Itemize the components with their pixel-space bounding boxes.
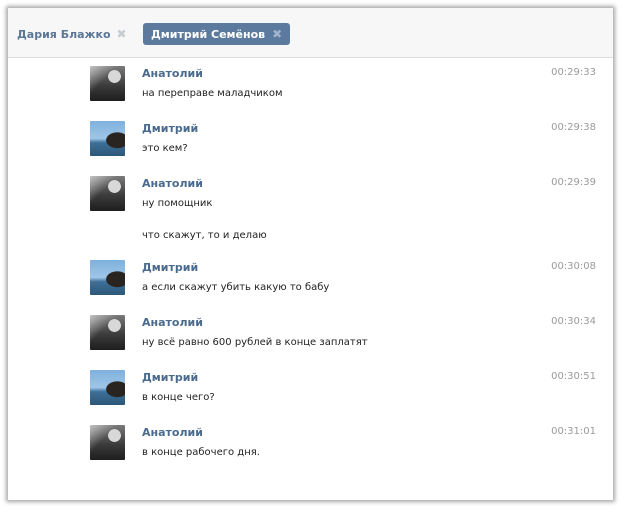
sender-name[interactable]: Дмитрий [142,122,198,135]
avatar[interactable] [90,315,125,350]
message-time: 00:29:39 [551,177,596,188]
close-icon[interactable]: ✖ [272,27,282,41]
chat-window: Дария Блажко ✖ Дмитрий Семёнов ✖ Анатоли… [8,8,613,500]
message-text: в конце рабочего дня. [142,447,260,458]
message-text: на переправе маладчиком [142,88,283,99]
avatar[interactable] [90,176,125,211]
avatar[interactable] [90,66,125,101]
tab-label: Дария Блажко [17,27,111,41]
tab-dmitry-semenov[interactable]: Дмитрий Семёнов ✖ [143,23,291,45]
message-text: что скажут, то и делаю [142,230,267,241]
sender-name[interactable]: Дмитрий [142,371,198,384]
avatar[interactable] [90,425,125,460]
message-time: 00:29:33 [551,67,596,78]
sender-name[interactable]: Анатолий [142,316,203,329]
message-time: 00:30:51 [551,371,596,382]
message-time: 00:30:34 [551,316,596,327]
tab-dariya-blazhko[interactable]: Дария Блажко ✖ [17,23,127,45]
avatar[interactable] [90,370,125,405]
dialog-tabs: Дария Блажко ✖ Дмитрий Семёнов ✖ [8,8,613,58]
message-text: ну помощник [142,198,213,209]
sender-name[interactable]: Дмитрий [142,261,198,274]
message-time: 00:29:38 [551,122,596,133]
sender-name[interactable]: Анатолий [142,67,203,80]
message-time: 00:30:08 [551,261,596,272]
avatar[interactable] [90,260,125,295]
sender-name[interactable]: Анатолий [142,426,203,439]
message-text: в конце чего? [142,392,215,403]
sender-name[interactable]: Анатолий [142,177,203,190]
message-text: ну всё равно 600 рублей в конце заплатят [142,337,368,348]
tab-label: Дмитрий Семёнов [151,27,266,41]
message-text: это кем? [142,143,188,154]
avatar[interactable] [90,121,125,156]
message-text: а если скажут убить какую то бабу [142,282,330,293]
message-time: 00:31:01 [551,426,596,437]
close-icon[interactable]: ✖ [117,27,127,41]
